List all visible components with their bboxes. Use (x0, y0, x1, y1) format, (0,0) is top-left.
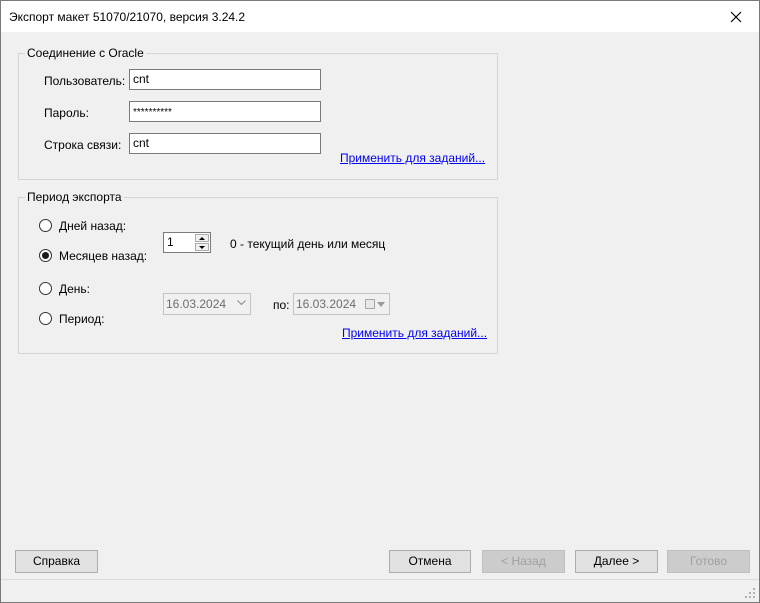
stepper-up-button[interactable] (195, 234, 209, 242)
cancel-button[interactable]: Отмена (389, 550, 471, 573)
connection-string-input[interactable]: cnt (129, 133, 321, 154)
stepper-value: 1 (167, 235, 174, 249)
date-from-picker[interactable]: 16.03.2024 (163, 293, 251, 315)
close-button[interactable] (713, 1, 759, 32)
back-button[interactable]: < Назад (482, 550, 565, 573)
period-group-legend: Период экспорта (25, 190, 124, 204)
period-hint: 0 - текущий день или месяц (230, 237, 386, 251)
date-to-picker[interactable]: 16.03.2024 (293, 293, 390, 315)
arrow-down-icon (199, 245, 205, 249)
radio-day-label[interactable]: День: (59, 282, 90, 296)
radio-period[interactable] (39, 312, 52, 325)
chevron-down-icon (237, 300, 246, 306)
stepper-down-button[interactable] (195, 243, 209, 251)
radio-selected-dot (42, 252, 49, 259)
window-title: Экспорт макет 51070/21070, версия 3.24.2 (9, 10, 246, 24)
date-to-value: 16.03.2024 (296, 297, 357, 311)
user-input[interactable]: cnt (129, 69, 321, 90)
connection-string-label: Строка связи: (44, 138, 122, 152)
user-label: Пользователь: (44, 74, 126, 88)
radio-months-back[interactable] (39, 249, 52, 262)
status-separator (1, 579, 759, 580)
help-button[interactable]: Справка (15, 550, 98, 573)
next-button[interactable]: Далее > (575, 550, 658, 573)
oracle-apply-link[interactable]: Применить для заданий... (340, 151, 485, 165)
finish-button[interactable]: Готово (667, 550, 750, 573)
date-from-value: 16.03.2024 (166, 297, 227, 311)
dialog-window: Экспорт макет 51070/21070, версия 3.24.2… (0, 0, 760, 603)
password-label: Пароль: (44, 106, 89, 120)
to-label: по: (273, 298, 290, 312)
radio-months-back-label[interactable]: Месяцев назад: (59, 249, 147, 263)
resize-grip-icon[interactable] (745, 588, 757, 600)
close-icon (730, 11, 742, 22)
radio-day[interactable] (39, 282, 52, 295)
radio-days-back[interactable] (39, 219, 52, 232)
title-bar: Экспорт макет 51070/21070, версия 3.24.2 (1, 1, 759, 32)
period-count-stepper[interactable]: 1 (163, 232, 211, 253)
oracle-group-legend: Соединение с Oracle (25, 46, 146, 60)
radio-days-back-label[interactable]: Дней назад: (59, 219, 126, 233)
period-apply-link[interactable]: Применить для заданий... (342, 326, 487, 340)
dropdown-arrow-icon (377, 302, 385, 307)
calendar-icon (365, 299, 375, 309)
radio-period-label[interactable]: Период: (59, 312, 104, 326)
password-input[interactable]: ********** (129, 101, 321, 122)
arrow-up-icon (199, 236, 205, 240)
